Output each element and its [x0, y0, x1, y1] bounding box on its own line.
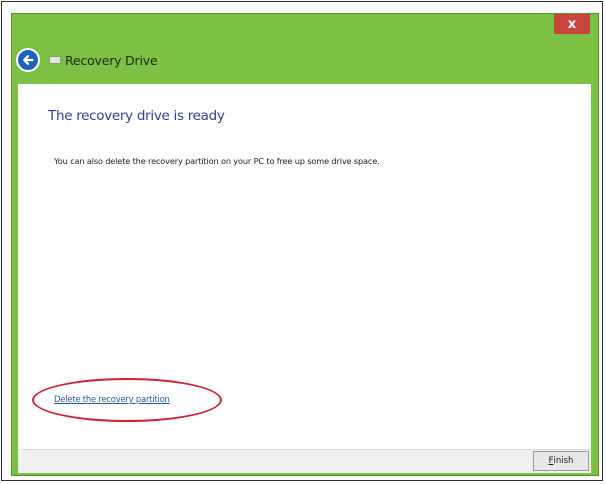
window-title: Recovery Drive	[65, 52, 158, 68]
info-message: You can also delete the recovery partiti…	[54, 156, 380, 166]
footer-bar: Finish	[18, 449, 591, 473]
finish-button[interactable]: Finish	[533, 451, 589, 471]
screenshot-frame: x Recovery Drive The recovery drive is r…	[1, 1, 603, 481]
close-icon: x	[567, 16, 577, 32]
recovery-drive-window: x Recovery Drive The recovery drive is r…	[11, 13, 599, 476]
back-button[interactable]	[16, 48, 40, 72]
finish-label: inish	[553, 456, 574, 466]
page-heading: The recovery drive is ready	[48, 108, 225, 124]
delete-recovery-partition-link[interactable]: Delete the recovery partition	[54, 394, 170, 404]
window-header: Recovery Drive	[12, 40, 598, 80]
content-area: The recovery drive is ready You can also…	[18, 84, 591, 449]
close-button[interactable]: x	[554, 14, 590, 34]
recovery-drive-icon	[49, 56, 61, 64]
back-arrow-icon	[23, 55, 34, 65]
